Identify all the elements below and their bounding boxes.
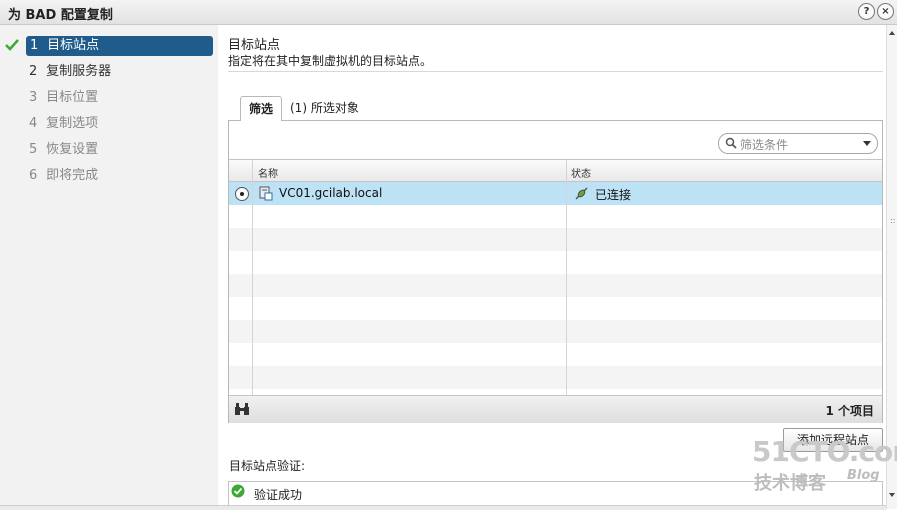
bottom-scrollbar[interactable]	[0, 505, 886, 510]
tab-selected-objects[interactable]: (1) 所选对象	[290, 96, 359, 120]
filter-placeholder: 筛选条件	[740, 138, 789, 152]
close-icon[interactable]: ×	[877, 3, 894, 20]
tab-filter[interactable]: 筛选	[240, 96, 282, 121]
column-header-name[interactable]: 名称	[258, 165, 278, 180]
grid-footer: 1 个项目	[229, 395, 882, 423]
window-title: 为 BAD 配置复制	[8, 8, 113, 23]
step-ready-to-complete[interactable]: 6 即将完成	[26, 166, 213, 186]
watermark-blog: Blog	[847, 468, 880, 483]
validation-label: 目标站点验证:	[229, 459, 306, 473]
item-count: 1 个项目	[825, 404, 874, 418]
binoculars-icon[interactable]	[234, 402, 250, 416]
success-icon	[231, 484, 245, 498]
empty-row	[229, 320, 882, 343]
site-status: 已连接	[595, 188, 632, 202]
column-divider[interactable]	[566, 160, 567, 396]
wizard-steps: 1 目标站点 2 复制服务器 3 目标位置 4 复制选项 5 恢复设置 6 即将…	[0, 25, 218, 509]
watermark: 51CTO.com 技术博客 Blog	[752, 435, 897, 495]
step-recovery-settings[interactable]: 5 恢复设置	[26, 140, 213, 160]
row-radio[interactable]	[235, 187, 249, 201]
table-row[interactable]: VC01.gcilab.local 已连接	[229, 182, 882, 205]
scroll-up-icon[interactable]	[889, 31, 895, 35]
validation-result: 验证成功	[254, 488, 303, 502]
empty-row	[229, 228, 882, 251]
step-target-site[interactable]: 1 目标站点	[26, 36, 213, 56]
step-replication-options[interactable]: 4 复制选项	[26, 114, 213, 134]
column-header-status[interactable]: 状态	[571, 165, 591, 180]
watermark-sub: 技术博客	[754, 473, 826, 494]
empty-row	[229, 297, 882, 320]
empty-row	[229, 205, 882, 228]
empty-row	[229, 274, 882, 297]
empty-row	[229, 366, 882, 389]
check-icon	[5, 39, 19, 51]
search-icon	[725, 137, 737, 149]
column-divider	[252, 160, 253, 396]
step-replication-server[interactable]: 2 复制服务器	[26, 62, 213, 82]
site-name: VC01.gcilab.local	[279, 186, 383, 200]
site-list-panel: 筛选条件 名称 状态 VC01.gcilab.local 已连接 1 个项目	[228, 120, 883, 423]
divider	[228, 71, 883, 72]
connected-icon	[575, 187, 588, 200]
filter-input[interactable]: 筛选条件	[718, 133, 878, 154]
site-grid: 名称 状态 VC01.gcilab.local 已连接	[229, 159, 882, 396]
help-icon[interactable]: ?	[858, 3, 875, 20]
empty-row	[229, 251, 882, 274]
title-bar: 为 BAD 配置复制 ? ×	[0, 0, 897, 25]
grid-header: 名称 状态	[229, 160, 882, 182]
scroll-grip-icon[interactable]: ::	[890, 217, 895, 225]
watermark-main: 51CTO.com	[752, 435, 897, 468]
empty-row	[229, 343, 882, 366]
vcenter-icon	[259, 186, 273, 201]
chevron-down-icon[interactable]	[863, 141, 871, 146]
step-target-location[interactable]: 3 目标位置	[26, 88, 213, 108]
section-description: 指定将在其中复制虚拟机的目标站点。	[228, 54, 433, 68]
section-title: 目标站点	[228, 38, 281, 53]
